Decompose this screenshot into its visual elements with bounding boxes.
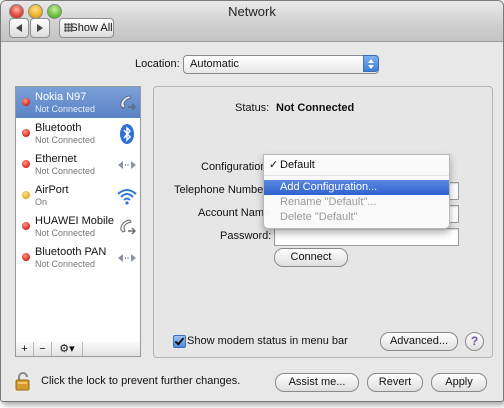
service-name: Ethernet bbox=[35, 153, 77, 165]
location-label: Location: bbox=[135, 58, 180, 70]
phone-modem-icon bbox=[120, 95, 136, 111]
lock-icon[interactable] bbox=[15, 371, 37, 391]
window-title: Network bbox=[228, 4, 276, 19]
service-item-airport[interactable]: AirPort On bbox=[16, 180, 140, 211]
status-dot bbox=[22, 98, 30, 106]
apply-button[interactable]: Apply bbox=[431, 373, 487, 392]
service-status: Not Connected bbox=[35, 259, 96, 269]
password-field[interactable] bbox=[274, 228, 459, 246]
menu-item-label: Delete "Default" bbox=[280, 211, 358, 223]
title-bar: Network Show All bbox=[1, 1, 503, 42]
service-status: Not Connected bbox=[35, 135, 96, 145]
service-status: Not Connected bbox=[35, 228, 96, 238]
password-label: Password: bbox=[220, 230, 272, 242]
phone-modem-icon bbox=[120, 219, 136, 235]
status-dot bbox=[22, 222, 30, 230]
service-name: HUAWEI Mobile bbox=[35, 215, 115, 227]
service-status: On bbox=[35, 197, 48, 207]
back-arrow-icon bbox=[16, 24, 22, 32]
configuration-label: Configuration bbox=[201, 161, 267, 173]
telephone-number-label: Telephone Number bbox=[174, 184, 267, 196]
menu-item-add-configuration[interactable]: Add Configuration... bbox=[264, 180, 449, 195]
status-dot bbox=[22, 253, 30, 261]
show-all-label: Show All bbox=[70, 22, 113, 34]
forward-arrow-icon bbox=[37, 24, 43, 32]
forward-button[interactable] bbox=[30, 18, 50, 38]
configuration-popup-menu[interactable]: ✓ Default Add Configuration... Rename "D… bbox=[263, 154, 450, 229]
service-item-huawei-mobile[interactable]: HUAWEI Mobile Not Connected bbox=[16, 211, 140, 242]
menu-separator bbox=[264, 175, 449, 176]
ethernet-arrows-icon bbox=[118, 161, 136, 169]
revert-button[interactable]: Revert bbox=[367, 373, 423, 392]
menu-item-rename-default: Rename "Default"... bbox=[264, 195, 449, 210]
service-name: Nokia N97 bbox=[35, 91, 87, 103]
service-name: AirPort bbox=[35, 184, 69, 196]
popup-stepper-icon bbox=[363, 55, 379, 72]
menu-item-label: Default bbox=[280, 159, 315, 171]
location-value: Automatic bbox=[190, 58, 239, 70]
menu-item-default[interactable]: ✓ Default bbox=[264, 158, 449, 173]
show-modem-status-label: Show modem status in menu bar bbox=[187, 335, 348, 347]
service-name: Bluetooth PAN bbox=[35, 246, 107, 258]
service-name: Bluetooth bbox=[35, 122, 82, 134]
help-button[interactable]: ? bbox=[465, 332, 484, 351]
add-service-button[interactable]: + bbox=[16, 342, 34, 356]
status-dot bbox=[22, 129, 30, 137]
ethernet-arrows-icon bbox=[118, 254, 136, 262]
service-item-nokia-n97[interactable]: Nokia N97 Not Connected bbox=[16, 87, 140, 118]
service-list-controls: + − ⚙▾ bbox=[15, 342, 141, 357]
status-value: Not Connected bbox=[276, 102, 355, 114]
menu-item-delete-default: Delete "Default" bbox=[264, 210, 449, 225]
lock-text: Click the lock to prevent further change… bbox=[41, 375, 241, 387]
remove-service-button[interactable]: − bbox=[34, 342, 52, 356]
status-dot bbox=[22, 191, 30, 199]
status-dot bbox=[22, 160, 30, 168]
back-button[interactable] bbox=[9, 18, 29, 38]
service-list[interactable]: Nokia N97 Not Connected Bluetooth Not Co… bbox=[15, 86, 141, 343]
service-item-ethernet[interactable]: Ethernet Not Connected bbox=[16, 149, 140, 180]
advanced-button[interactable]: Advanced... bbox=[380, 332, 458, 351]
service-status: Not Connected bbox=[35, 166, 96, 176]
show-modem-status-checkbox[interactable] bbox=[173, 335, 186, 348]
status-label: Status: bbox=[235, 102, 270, 114]
grid-icon bbox=[64, 23, 73, 32]
wifi-icon bbox=[117, 189, 137, 205]
service-item-bluetooth-pan[interactable]: Bluetooth PAN Not Connected bbox=[16, 242, 140, 273]
network-window: Network Show All Location: Automatic Nok… bbox=[0, 0, 504, 402]
assist-me-button[interactable]: Assist me... bbox=[275, 373, 359, 392]
connect-button[interactable]: Connect bbox=[274, 248, 348, 267]
gear-menu-button[interactable]: ⚙▾ bbox=[52, 342, 83, 356]
checkmark-icon: ✓ bbox=[269, 159, 279, 171]
menu-item-label: Rename "Default"... bbox=[280, 196, 377, 208]
account-name-label: Account Name bbox=[198, 207, 271, 219]
bluetooth-icon bbox=[120, 124, 134, 144]
show-all-button[interactable]: Show All bbox=[59, 18, 114, 38]
menu-item-label: Add Configuration... bbox=[280, 181, 378, 193]
location-select[interactable]: Automatic bbox=[183, 55, 379, 74]
service-item-bluetooth[interactable]: Bluetooth Not Connected bbox=[16, 118, 140, 149]
service-status: Not Connected bbox=[35, 104, 96, 114]
